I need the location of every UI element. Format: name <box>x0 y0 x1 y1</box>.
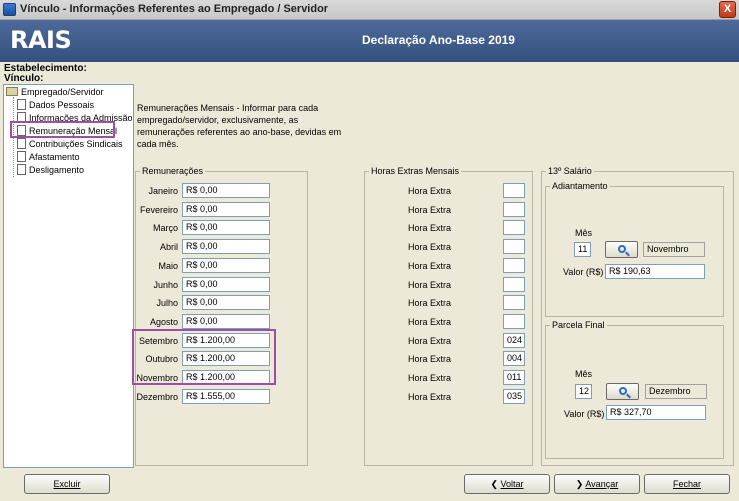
adiantamento-search-button[interactable] <box>605 241 638 258</box>
rais-logo: RAIS <box>10 26 72 54</box>
hora-extra-field[interactable] <box>503 314 525 329</box>
hora-extra-field[interactable]: 024 <box>503 333 525 348</box>
parcela-final-valor-label: Valor (R$) <box>564 409 605 419</box>
parcela-final-mes-field[interactable]: 12 <box>575 384 592 399</box>
section-description: Remunerações Mensais - Informar para cad… <box>137 103 342 149</box>
remuneracao-field[interactable]: R$ 0,00 <box>182 277 270 292</box>
chevron-left-icon: ❮ <box>490 479 501 489</box>
tree-item-dados-pessoais[interactable]: Dados Pessoais <box>17 99 94 110</box>
months-highlight <box>132 329 276 385</box>
close-button[interactable]: X <box>719 1 736 18</box>
month-label: Agosto <box>149 317 178 327</box>
remuneracao-field[interactable]: R$ 0,00 <box>182 314 270 329</box>
month-label: Janeiro <box>148 186 178 196</box>
hora-extra-label: Hora Extra <box>408 392 452 402</box>
navigation-tree: Empregado/Servidor Dados Pessoais Inform… <box>3 84 134 468</box>
avancar-button[interactable]: ❯ Avançar <box>554 474 640 494</box>
remuneracao-field[interactable]: R$ 0,00 <box>182 258 270 273</box>
hora-extra-label: Hora Extra <box>408 261 452 271</box>
hora-extra-field[interactable] <box>503 258 525 273</box>
remuneracao-field[interactable]: R$ 0,00 <box>182 295 270 310</box>
hora-extra-field[interactable]: 011 <box>503 370 525 385</box>
remuneracao-field[interactable]: R$ 0,00 <box>182 202 270 217</box>
hora-extra-field[interactable] <box>503 220 525 235</box>
hora-extra-label: Hora Extra <box>408 280 452 290</box>
hora-extra-field[interactable] <box>503 183 525 198</box>
document-icon <box>17 164 26 175</box>
avancar-label: Avançar <box>585 479 619 489</box>
hora-extra-label: Hora Extra <box>408 298 452 308</box>
tree-item-contribuicoes-sindicais[interactable]: Contribuições Sindicais <box>17 138 123 149</box>
app-icon <box>3 3 16 16</box>
document-icon <box>17 151 26 162</box>
folder-icon <box>6 87 18 96</box>
tree-item-afastamento[interactable]: Afastamento <box>17 151 80 162</box>
selection-highlight <box>10 121 115 138</box>
voltar-button[interactable]: ❮ Voltar <box>464 474 550 494</box>
window-title: Vínculo - Informações Referentes ao Empr… <box>20 3 329 15</box>
tree-item-label: Contribuições Sindicais <box>29 139 123 149</box>
fechar-label: Fechar <box>672 479 701 489</box>
document-icon <box>17 138 26 149</box>
hora-extra-label: Hora Extra <box>408 223 452 233</box>
magnifier-icon <box>618 245 626 253</box>
chevron-right-icon: ❯ <box>575 479 586 489</box>
decimo-terceiro-title: 13º Salário <box>546 166 594 176</box>
header-banner: RAIS Declaração Ano-Base 2019 <box>0 20 739 62</box>
hora-extra-field[interactable]: 004 <box>503 351 525 366</box>
parcela-final-mes-nome: Dezembro <box>645 384 707 399</box>
fechar-button[interactable]: Fechar <box>644 474 730 494</box>
declaration-title: Declaração Ano-Base 2019 <box>362 33 515 47</box>
remuneracoes-title: Remunerações <box>140 166 206 176</box>
hora-extra-label: Hora Extra <box>408 354 452 364</box>
tree-root-label: Empregado/Servidor <box>21 87 104 97</box>
hora-extra-field[interactable] <box>503 202 525 217</box>
tree-item-label: Afastamento <box>29 152 80 162</box>
hora-extra-field[interactable] <box>503 239 525 254</box>
hora-extra-label: Hora Extra <box>408 186 452 196</box>
month-label: Junho <box>153 280 178 290</box>
parcela-final-title: Parcela Final <box>550 320 607 330</box>
excluir-button[interactable]: Excluir <box>24 474 110 494</box>
parcela-final-search-button[interactable] <box>606 383 639 400</box>
month-label: Abril <box>159 242 178 252</box>
month-label: Março <box>152 223 178 233</box>
hora-extra-field[interactable]: 035 <box>503 389 525 404</box>
hora-extra-label: Hora Extra <box>408 205 452 215</box>
month-label: Dezembro <box>136 392 178 402</box>
hora-extra-label: Hora Extra <box>408 373 452 383</box>
excluir-label: Excluir <box>53 479 81 489</box>
title-bar: Vínculo - Informações Referentes ao Empr… <box>0 0 739 20</box>
hora-extra-field[interactable] <box>503 277 525 292</box>
voltar-label: Voltar <box>500 479 524 489</box>
hora-extra-field[interactable] <box>503 295 525 310</box>
remuneracao-field[interactable]: R$ 1.555,00 <box>182 389 270 404</box>
adiantamento-valor-field[interactable]: R$ 190,63 <box>605 264 705 279</box>
adiantamento-title: Adiantamento <box>550 181 610 191</box>
hora-extra-label: Hora Extra <box>408 317 452 327</box>
magnifier-icon <box>619 387 627 395</box>
tree-root[interactable]: Empregado/Servidor <box>6 87 104 97</box>
parcela-final-mes-label: Mês <box>575 369 593 379</box>
month-label: Julho <box>156 298 178 308</box>
tree-item-label: Desligamento <box>29 165 85 175</box>
vinculo-label: Vínculo: <box>4 73 44 84</box>
document-icon <box>17 99 26 110</box>
remuneracao-field[interactable]: R$ 0,00 <box>182 183 270 198</box>
adiantamento-mes-nome: Novembro <box>643 242 705 257</box>
hora-extra-label: Hora Extra <box>408 242 452 252</box>
tree-item-desligamento[interactable]: Desligamento <box>17 164 84 175</box>
month-label: Fevereiro <box>139 205 178 215</box>
month-label: Maio <box>158 261 178 271</box>
horas-extras-title: Horas Extras Mensais <box>369 166 462 176</box>
remuneracao-field[interactable]: R$ 0,00 <box>182 220 270 235</box>
adiantamento-mes-label: Mês <box>575 228 593 238</box>
adiantamento-mes-field[interactable]: 11 <box>574 242 591 257</box>
hora-extra-label: Hora Extra <box>408 336 452 346</box>
adiantamento-valor-label: Valor (R$) <box>563 267 604 277</box>
parcela-final-valor-field[interactable]: R$ 327,70 <box>606 405 706 420</box>
remuneracao-field[interactable]: R$ 0,00 <box>182 239 270 254</box>
tree-item-label: Dados Pessoais <box>29 100 95 110</box>
